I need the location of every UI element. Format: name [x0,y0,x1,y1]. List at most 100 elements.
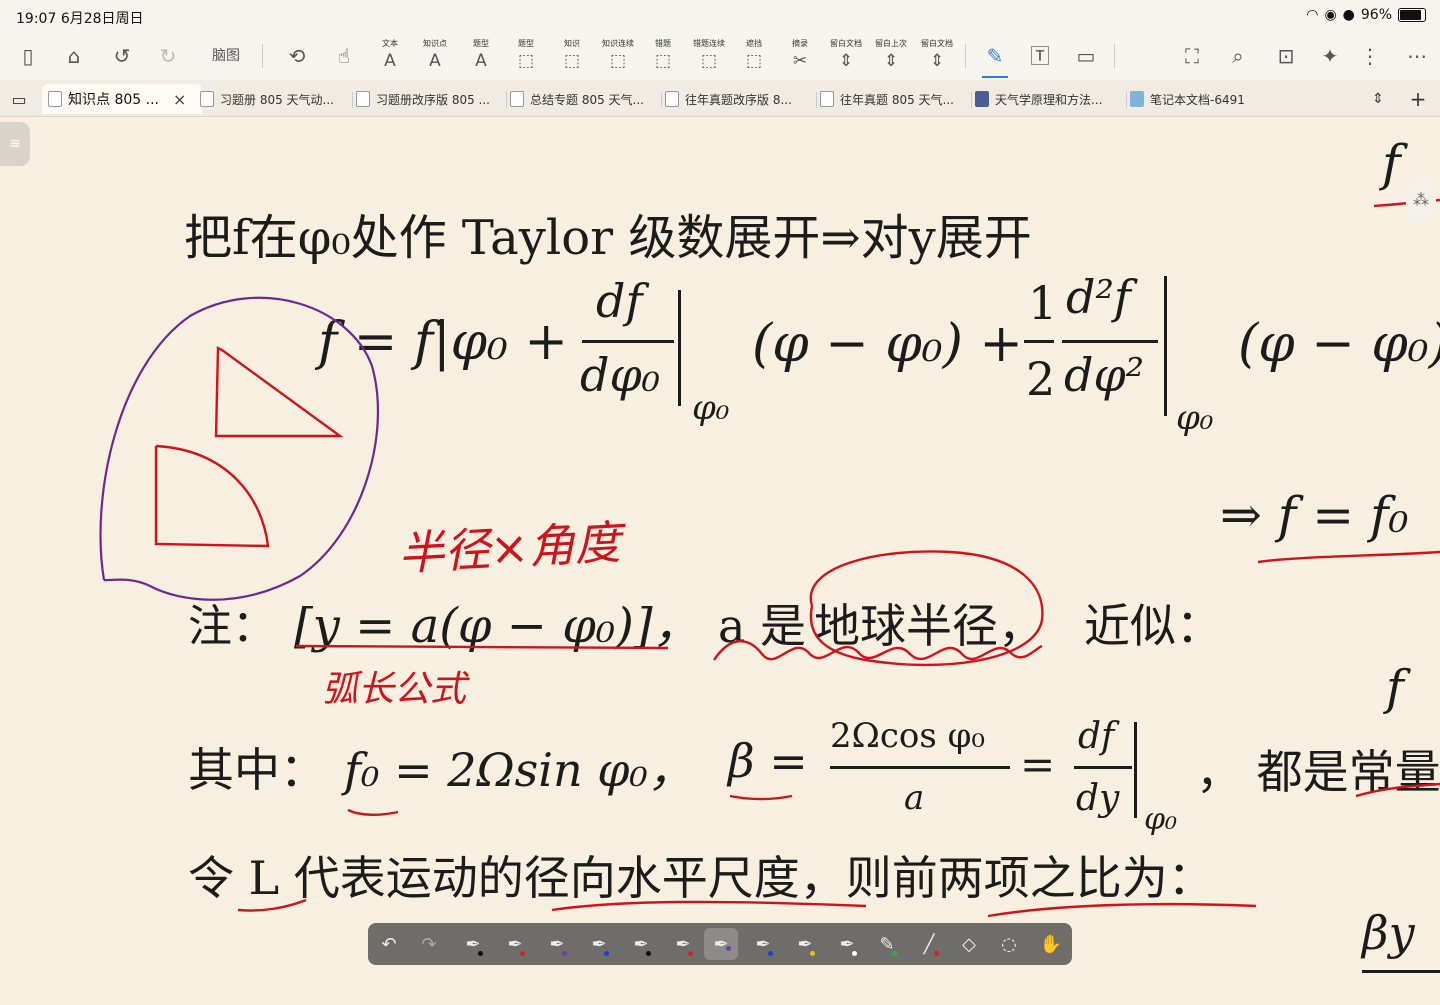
fullscreen-icon[interactable]: ⛶ [1178,32,1206,80]
search-doc-icon[interactable]: ⌕ [1224,32,1252,80]
sidebar-toggle-icon[interactable]: ▯ [14,32,42,80]
image-icon[interactable]: ▭ [1072,32,1100,80]
battery-percent: 96% [1360,7,1392,23]
document-icon [820,91,834,107]
pen-toolbar: ↶ ↷ ✒ ✒ ✒ ✒ ✒ ✒ ✒ ✒ ✒ ✒ ✎ ╱ ◇ ◌ ✋ [368,923,1072,965]
hand-icon[interactable]: ✋ [1034,923,1068,965]
document-icon [200,91,214,107]
ai-sparkle-icon[interactable]: ✦ [1316,32,1344,80]
person-icon: ● [1342,7,1355,23]
more-vertical-icon[interactable]: ⋮ [1360,32,1380,80]
underline-f0 [1257,550,1440,564]
whitespace-icon: ⇕ [929,51,945,71]
tool-text[interactable]: 文本 A [374,32,406,80]
document-icon [48,91,62,107]
underline-beta [729,794,793,801]
whitespace-icon: ⇕ [883,51,899,71]
highlighter-icon[interactable]: ✎ [870,923,904,965]
status-bar: 19:07 6月28日周日 ◠ ◉ ● 96% [0,0,1440,32]
tab-summary-805[interactable]: 总结专题 805 天气... [510,84,658,114]
main-toolbar: ▯ ⌂ ↺ ↻ 脑图 ⟲ ☝ 文本 A 知识点 A 题型 A 题型 ⬚ 知识 ⬚ 知识连续… [0,32,1440,80]
lasso-icon[interactable]: ◌ [992,923,1026,965]
textbox-icon[interactable]: 🅃 [1026,32,1054,80]
wifi-icon: ◠ [1306,7,1319,23]
pen-blue-icon[interactable]: ✒ [582,923,616,965]
pen-red-icon[interactable]: ✒ [498,923,532,965]
document-icon [510,91,524,107]
box-icon: ⬚ [654,51,672,71]
box-icon: ⬚ [745,51,763,71]
pen-purple-icon[interactable]: ✒ [540,923,574,965]
formula-underline [295,644,669,650]
tab-bar: ▭ 知识点 805 ... × 习题册 805 天气动... 习题册改序版 805… [0,80,1440,117]
tab-past-exams-reordered[interactable]: 往年真题改序版 8... [665,84,813,114]
tool-whitespace-doc[interactable]: 留白文档 ⇕ [826,32,866,80]
tool-knowledge-box[interactable]: 知识 ⬚ [556,32,588,80]
pen-black-icon[interactable]: ✒ [456,923,490,965]
tab-exercise-reordered[interactable]: 习题册改序版 805 ... [356,84,504,114]
box-icon: ⬚ [563,51,581,71]
redo-icon[interactable]: ↻ [154,32,182,80]
tool-knowledge[interactable]: 知识点 A [419,32,451,80]
pen-red-2-icon[interactable]: ✒ [666,923,700,965]
pencil-icon: ✎ [986,44,1004,68]
pen-blue-2-icon[interactable]: ✒ [746,923,780,965]
tool-question-type[interactable]: 题型 A [465,32,497,80]
document-icon [665,91,679,107]
tool-mistake-continuous[interactable]: 错题连续 ⬚ [689,32,729,80]
tab-notebook-6491[interactable]: 笔记本文档-6491 [1130,84,1278,114]
underline-radial-scale [551,900,867,912]
pen-purple-selected-icon[interactable]: ✒ [704,928,738,960]
box-icon: ⬚ [609,51,627,71]
whitespace-icon: ⇕ [838,51,854,71]
tool-excerpt[interactable]: 摘录 ✂ [784,32,816,80]
tool-mistake[interactable]: 错题 ⬚ [647,32,679,80]
redo-icon[interactable]: ↷ [412,923,446,965]
mindmap-button[interactable]: 脑图 [204,32,248,80]
text-marker-icon: A [384,51,396,71]
undo-icon[interactable]: ↶ [372,923,406,965]
purple-circle-annotation [99,296,380,601]
split-view-icon[interactable]: ▭ [6,84,32,114]
status-right: ◠ ◉ ● 96% [1306,7,1426,23]
tab-sort-icon[interactable]: ⇕ [1366,84,1390,114]
connect-nodes-icon[interactable]: ⁂ [1406,176,1436,222]
book-icon [975,91,989,107]
tool-cover[interactable]: 遮挡 ⬚ [738,32,770,80]
box-icon: ⬚ [700,51,718,71]
eraser-icon[interactable]: ◇ [952,923,986,965]
tool-whitespace-last[interactable]: 留白上次 ⇕ [871,32,911,80]
pen-black-2-icon[interactable]: ✒ [624,923,658,965]
document-page[interactable]: 把f在φ₀处作 Taylor 级数展开⇒对y展开 f = f|φ₀ + df d… [0,116,1440,1005]
pen-yellow-icon[interactable]: ✒ [788,923,822,965]
bookmark-icon[interactable]: ⊡ [1272,32,1300,80]
tool-question-type-box[interactable]: 题型 ⬚ [510,32,542,80]
tool-whitespace-doc-2[interactable]: 留白文档 ⇕ [917,32,957,80]
quarter-circle-sketch [154,444,270,548]
document-icon [356,91,370,107]
pen-white-icon[interactable]: ✒ [830,923,864,965]
underline-L [237,898,307,912]
more-horizontal-icon[interactable]: ⋯ [1404,32,1430,80]
tab-knowledge-805[interactable]: 知识点 805 ... × [42,84,202,114]
triangle-sketch [214,346,344,438]
tab-exercise-805[interactable]: 习题册 805 天气动... [200,84,348,114]
box-icon: ⬚ [517,51,535,71]
tab-past-exams-805[interactable]: 往年真题 805 天气... [820,84,968,114]
pen-mode-button[interactable]: ✎ [978,32,1012,80]
line-icon[interactable]: ╱ [912,923,946,965]
layers-icon[interactable]: ≋ [0,122,30,166]
tab-weather-principles[interactable]: 天气学原理和方法... [975,84,1123,114]
close-icon[interactable]: × [173,90,186,109]
battery-icon [1398,8,1426,22]
new-tab-icon[interactable]: + [1406,84,1430,114]
undo-icon[interactable]: ↺ [108,32,136,80]
question-type-marker-icon: A [475,51,487,71]
status-time: 19:07 6月28日周日 [16,11,144,27]
home-icon[interactable]: ⌂ [60,32,88,80]
tool-knowledge-continuous[interactable]: 知识连续 ⬚ [598,32,638,80]
underline-f0-def [347,808,399,816]
excerpt-icon: ✂ [792,51,808,71]
sync-icon[interactable]: ⟲ [282,32,312,80]
hand-pointer-icon[interactable]: ☝ [330,32,358,80]
